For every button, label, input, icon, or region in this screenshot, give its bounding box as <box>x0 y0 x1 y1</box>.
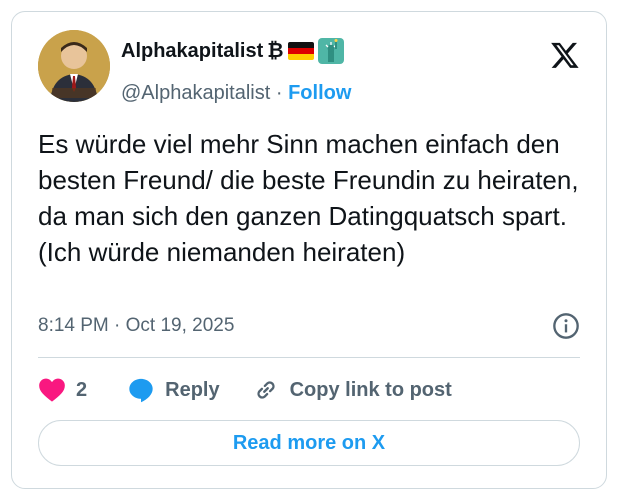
action-bar: 2 Reply Copy link to post <box>38 372 452 408</box>
info-icon[interactable] <box>552 312 580 340</box>
divider <box>38 357 580 358</box>
reply-bubble-icon <box>129 378 153 403</box>
copy-link-button[interactable]: Copy link to post <box>252 376 452 404</box>
read-more-label: Read more on X <box>232 431 386 454</box>
handle-row: @Alphakapitalist · Follow <box>121 81 351 105</box>
tweet-timestamp[interactable]: 8:14 PM · Oct 19, 2025 <box>38 314 234 338</box>
avatar-portrait-icon <box>38 30 110 102</box>
x-logo-icon[interactable] <box>550 40 580 70</box>
follow-button[interactable]: Follow <box>288 82 351 104</box>
read-more-button[interactable]: Read more on X <box>38 420 580 466</box>
avatar[interactable] <box>38 30 110 102</box>
author-name[interactable]: Alphakapitalist <box>121 39 263 63</box>
statue-of-liberty-icon <box>317 38 344 64</box>
like-count: 2 <box>76 378 88 401</box>
reply-button[interactable]: Reply <box>127 376 220 404</box>
like-button[interactable]: 2 <box>38 377 87 403</box>
tweet-text: Es würde viel mehr Sinn machen einfach d… <box>38 129 579 267</box>
reply-label: Reply <box>165 378 220 401</box>
link-icon <box>256 381 275 399</box>
copy-link-label: Copy link to post <box>289 378 452 401</box>
tweet-card: Alphakapitalist ₿ @Alphakapitalist · Fol… <box>11 11 607 489</box>
heart-icon <box>39 378 65 402</box>
author-handle[interactable]: @Alphakapitalist <box>121 82 270 104</box>
author-name-row: Alphakapitalist ₿ <box>121 38 344 64</box>
separator-dot: · <box>275 82 283 104</box>
bitcoin-symbol: ₿ <box>267 40 284 62</box>
german-flag-icon <box>287 42 314 60</box>
